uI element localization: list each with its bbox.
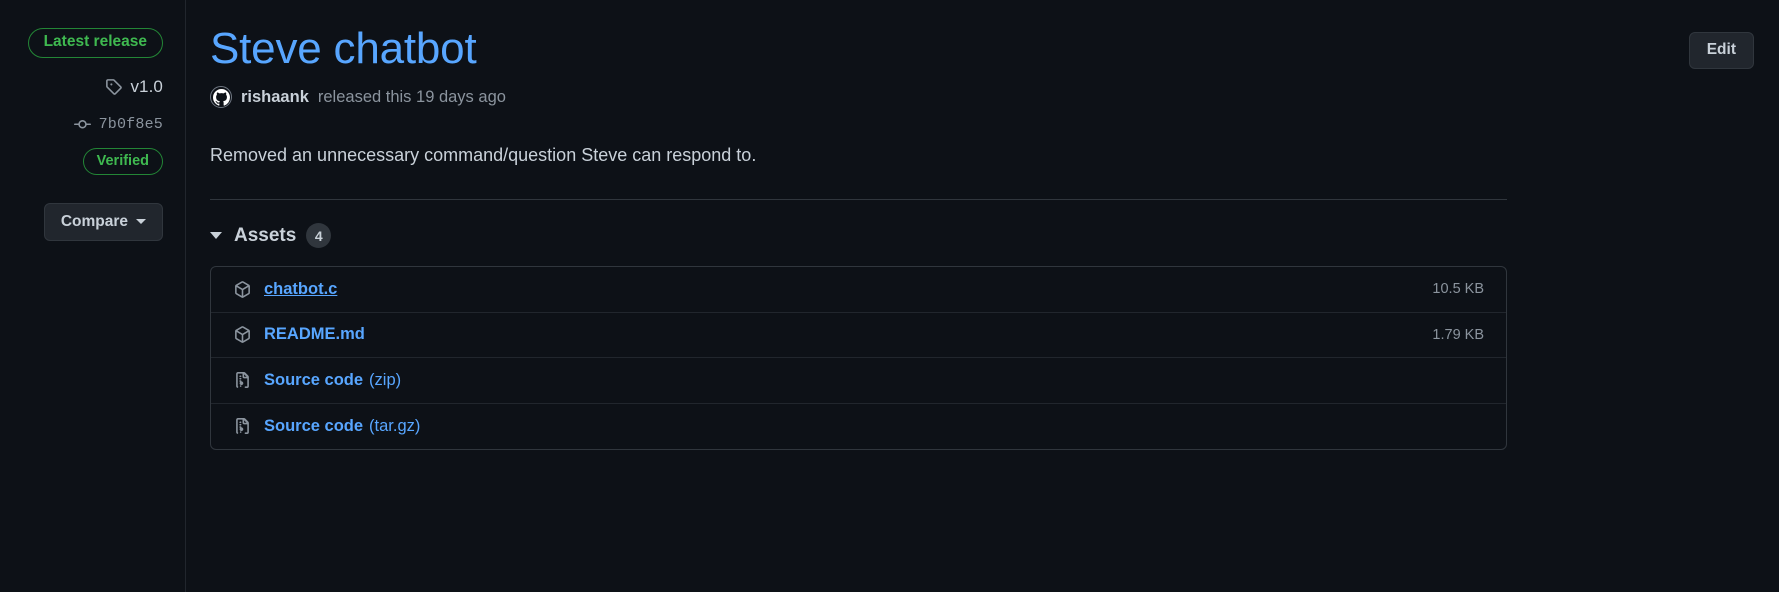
asset-link[interactable]: README.md xyxy=(264,325,365,344)
edit-button[interactable]: Edit xyxy=(1688,32,1754,69)
tag-value: v1.0 xyxy=(130,76,163,96)
asset-format: (zip) xyxy=(369,370,402,389)
triangle-down-icon xyxy=(210,232,222,240)
table-row[interactable]: README.md 1.79 KB xyxy=(211,313,1506,359)
asset-link[interactable]: chatbot.c xyxy=(264,280,337,299)
assets-toggle[interactable]: Assets 4 xyxy=(210,223,332,249)
table-row[interactable]: Source code (tar.gz) xyxy=(211,404,1506,450)
assets-list: chatbot.c 10.5 KB README.md 1.79 KB Sour… xyxy=(210,266,1507,451)
release-content: Steve chatbot rishaank released this 19 … xyxy=(210,24,1507,451)
release-description: Removed an unnecessary command/question … xyxy=(210,145,757,166)
content-divider xyxy=(210,199,1507,201)
table-row[interactable]: Source code (zip) xyxy=(211,358,1506,404)
commit-sha: 7b0f8e5 xyxy=(98,115,163,133)
package-icon xyxy=(233,326,251,344)
latest-release-badge: Latest release xyxy=(27,28,163,58)
file-zip-icon xyxy=(233,417,251,435)
asset-link[interactable]: Source code xyxy=(264,371,363,390)
tag-row[interactable]: v1.0 xyxy=(0,77,163,97)
assets-count-badge: 4 xyxy=(306,223,332,249)
chevron-down-icon xyxy=(136,219,146,225)
table-row[interactable]: chatbot.c 10.5 KB xyxy=(211,267,1506,313)
github-avatar-icon[interactable] xyxy=(210,86,232,109)
verified-badge[interactable]: Verified xyxy=(82,147,163,175)
asset-format: (tar.gz) xyxy=(369,416,421,435)
release-timestamp: released this 19 days ago xyxy=(317,87,506,106)
file-zip-icon xyxy=(233,371,251,389)
asset-link[interactable]: Source code xyxy=(264,417,363,436)
asset-size: 10.5 KB xyxy=(1432,281,1484,298)
release-page: Latest release v1.0 7b0f8e5 Verified Com… xyxy=(0,0,1779,592)
commit-row[interactable]: 7b0f8e5 xyxy=(0,116,163,133)
assets-label: Assets xyxy=(234,224,297,246)
release-author[interactable]: rishaank xyxy=(241,88,309,107)
package-icon xyxy=(233,281,251,298)
git-commit-icon xyxy=(73,116,91,133)
asset-size: 1.79 KB xyxy=(1432,326,1484,343)
compare-button-label: Compare xyxy=(60,212,128,230)
release-main: Steve chatbot rishaank released this 19 … xyxy=(186,0,1779,592)
page-title[interactable]: Steve chatbot xyxy=(210,24,477,73)
release-byline: rishaank released this 19 days ago xyxy=(210,86,1507,109)
release-sidebar: Latest release v1.0 7b0f8e5 Verified Com… xyxy=(0,0,186,592)
tag-icon xyxy=(105,78,123,95)
compare-button[interactable]: Compare xyxy=(43,202,163,241)
